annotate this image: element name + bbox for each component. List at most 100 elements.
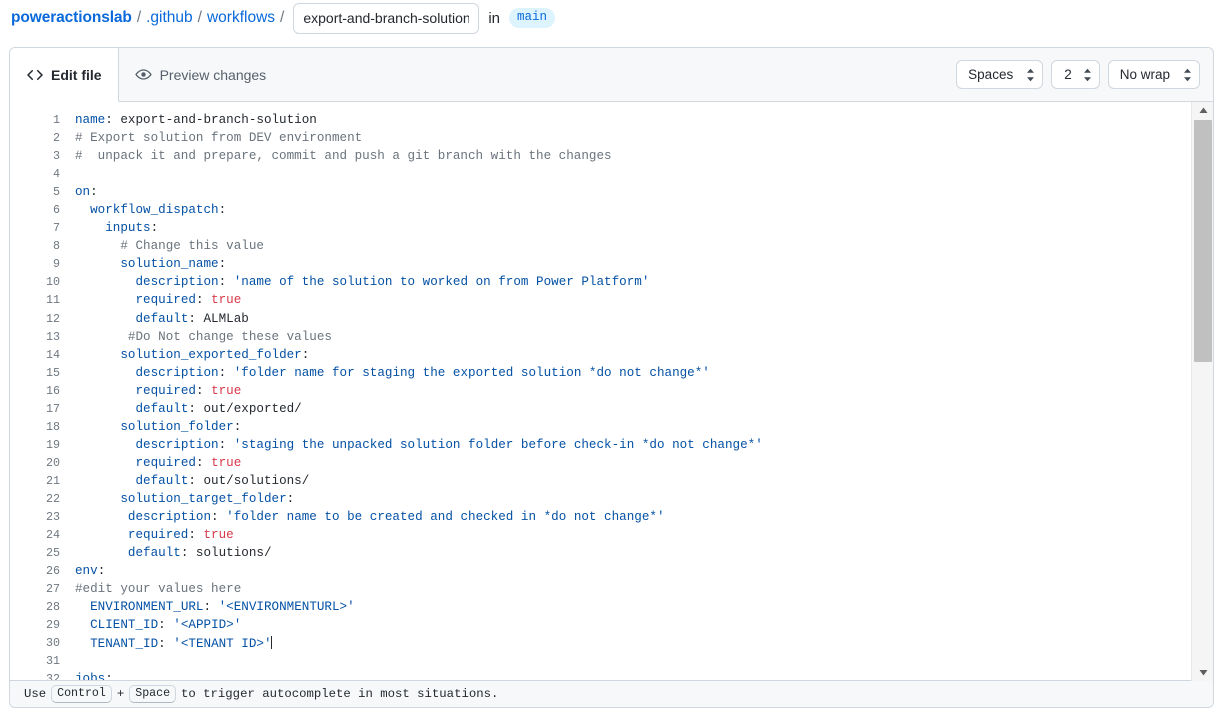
code-line[interactable]: 31 bbox=[10, 652, 1191, 670]
code-token bbox=[75, 492, 120, 506]
line-number: 6 bbox=[10, 203, 63, 217]
code-line[interactable]: 14 solution_exported_folder: bbox=[10, 346, 1191, 364]
code-token: description bbox=[135, 275, 218, 289]
line-number: 21 bbox=[10, 474, 63, 488]
scroll-up-arrow-icon[interactable] bbox=[1192, 102, 1213, 119]
code-line[interactable]: 24 required: true bbox=[10, 526, 1191, 544]
code-line[interactable]: 20 required: true bbox=[10, 454, 1191, 472]
code-line[interactable]: 9 solution_name: bbox=[10, 255, 1191, 273]
code-line[interactable]: 17 default: out/exported/ bbox=[10, 400, 1191, 418]
line-number: 20 bbox=[10, 456, 63, 470]
breadcrumb-link-workflows[interactable]: workflows bbox=[207, 9, 275, 27]
code-line[interactable]: 28 ENVIRONMENT_URL: '<ENVIRONMENTURL>' bbox=[10, 598, 1191, 616]
breadcrumb-link-github[interactable]: .github bbox=[146, 9, 193, 27]
line-content: workflow_dispatch: bbox=[63, 203, 226, 217]
tab-preview-changes[interactable]: Preview changes bbox=[119, 48, 283, 101]
code-line[interactable]: 2# Export solution from DEV environment bbox=[10, 129, 1191, 147]
code-token: : bbox=[196, 456, 204, 470]
line-content: TENANT_ID: '<TENANT ID>' bbox=[63, 636, 272, 651]
code-line[interactable]: 15 description: 'folder name for staging… bbox=[10, 364, 1191, 382]
code-editor[interactable]: 1name: export-and-branch-solution2# Expo… bbox=[10, 102, 1213, 681]
wrap-mode-select[interactable]: No wrap bbox=[1108, 60, 1200, 89]
tab-edit-file[interactable]: Edit file bbox=[10, 48, 119, 102]
code-line[interactable]: 30 TENANT_ID: '<TENANT ID>' bbox=[10, 634, 1191, 652]
code-token: description bbox=[135, 438, 218, 452]
filename-input[interactable] bbox=[293, 3, 479, 34]
code-token bbox=[75, 221, 105, 235]
line-number: 12 bbox=[10, 312, 63, 326]
code-line[interactable]: 21 default: out/solutions/ bbox=[10, 472, 1191, 490]
scrollbar-thumb[interactable] bbox=[1194, 120, 1212, 362]
code-line[interactable]: 23 description: 'folder name to be creat… bbox=[10, 508, 1191, 526]
code-token: ALMLab bbox=[196, 312, 249, 326]
code-line[interactable]: 4 bbox=[10, 165, 1191, 183]
line-number: 14 bbox=[10, 348, 63, 362]
code-token: name bbox=[75, 113, 105, 127]
code-token: : bbox=[90, 185, 98, 199]
code-token: required bbox=[135, 384, 195, 398]
code-token: description bbox=[128, 510, 211, 524]
code-line[interactable]: 5on: bbox=[10, 183, 1191, 201]
code-line[interactable]: 26env: bbox=[10, 562, 1191, 580]
line-number: 3 bbox=[10, 149, 63, 163]
code-token bbox=[75, 330, 128, 344]
autocomplete-hint-bar: Use Control + Space to trigger autocompl… bbox=[10, 680, 1213, 707]
line-number: 29 bbox=[10, 618, 63, 632]
line-number: 5 bbox=[10, 185, 63, 199]
line-number: 19 bbox=[10, 438, 63, 452]
code-token: : bbox=[188, 312, 196, 326]
code-line[interactable]: 13 #Do Not change these values bbox=[10, 328, 1191, 346]
line-number: 23 bbox=[10, 510, 63, 524]
code-line[interactable]: 27#edit your values here bbox=[10, 580, 1191, 598]
line-content: solution_name: bbox=[63, 257, 226, 271]
indent-mode-select[interactable]: Spaces bbox=[956, 60, 1043, 89]
code-line[interactable]: 19 description: 'staging the unpacked so… bbox=[10, 436, 1191, 454]
code-line[interactable]: 10 description: 'name of the solution to… bbox=[10, 273, 1191, 291]
code-line[interactable]: 1name: export-and-branch-solution bbox=[10, 111, 1191, 129]
code-token bbox=[211, 600, 219, 614]
code-line[interactable]: 29 CLIENT_ID: '<APPID>' bbox=[10, 616, 1191, 634]
text-cursor bbox=[271, 636, 272, 649]
code-line[interactable]: 6 workflow_dispatch: bbox=[10, 201, 1191, 219]
code-line[interactable]: 12 default: ALMLab bbox=[10, 310, 1191, 328]
line-number: 8 bbox=[10, 239, 63, 253]
code-token bbox=[75, 456, 135, 470]
code-token bbox=[75, 239, 120, 253]
code-line[interactable]: 7 inputs: bbox=[10, 219, 1191, 237]
code-token: TENANT_ID bbox=[90, 637, 158, 651]
code-token bbox=[75, 420, 120, 434]
code-token: # Change this value bbox=[120, 239, 264, 253]
breadcrumb-owner-link[interactable]: poweractionslab bbox=[11, 9, 132, 27]
line-content: required: true bbox=[63, 293, 241, 307]
code-token: required bbox=[128, 528, 188, 542]
line-content: description: 'folder name for staging th… bbox=[63, 366, 710, 380]
code-token: '<ENVIRONMENTURL>' bbox=[219, 600, 355, 614]
code-token: # unpack it and prepare, commit and push… bbox=[75, 149, 612, 163]
code-token: '<APPID>' bbox=[173, 618, 241, 632]
code-line[interactable]: 3 # unpack it and prepare, commit and pus… bbox=[10, 147, 1191, 165]
code-line[interactable]: 18 solution_folder: bbox=[10, 418, 1191, 436]
code-line[interactable]: 16 required: true bbox=[10, 382, 1191, 400]
code-token: on bbox=[75, 185, 90, 199]
code-token: out/exported/ bbox=[196, 402, 302, 416]
code-token: : bbox=[188, 528, 196, 542]
editor-vertical-scrollbar[interactable] bbox=[1191, 102, 1213, 681]
code-token: default bbox=[135, 474, 188, 488]
code-line[interactable]: 25 default: solutions/ bbox=[10, 544, 1191, 562]
wrap-mode-value: No wrap bbox=[1120, 67, 1170, 82]
line-content: on: bbox=[63, 185, 98, 199]
line-number: 7 bbox=[10, 221, 63, 235]
line-number: 17 bbox=[10, 402, 63, 416]
scroll-down-arrow-icon[interactable] bbox=[1192, 664, 1213, 681]
code-lines-container[interactable]: 1name: export-and-branch-solution2# Expo… bbox=[10, 102, 1191, 681]
code-line[interactable]: 11 required: true bbox=[10, 291, 1191, 309]
code-token: 'name of the solution to worked on from … bbox=[234, 275, 650, 289]
code-token bbox=[75, 637, 90, 651]
code-line[interactable]: 22 solution_target_folder: bbox=[10, 490, 1191, 508]
code-token: default bbox=[128, 546, 181, 560]
indent-size-select[interactable]: 2 bbox=[1051, 60, 1100, 89]
code-token: true bbox=[211, 456, 241, 470]
line-content: default: ALMLab bbox=[63, 312, 249, 326]
code-token bbox=[75, 384, 135, 398]
code-line[interactable]: 8 # Change this value bbox=[10, 237, 1191, 255]
